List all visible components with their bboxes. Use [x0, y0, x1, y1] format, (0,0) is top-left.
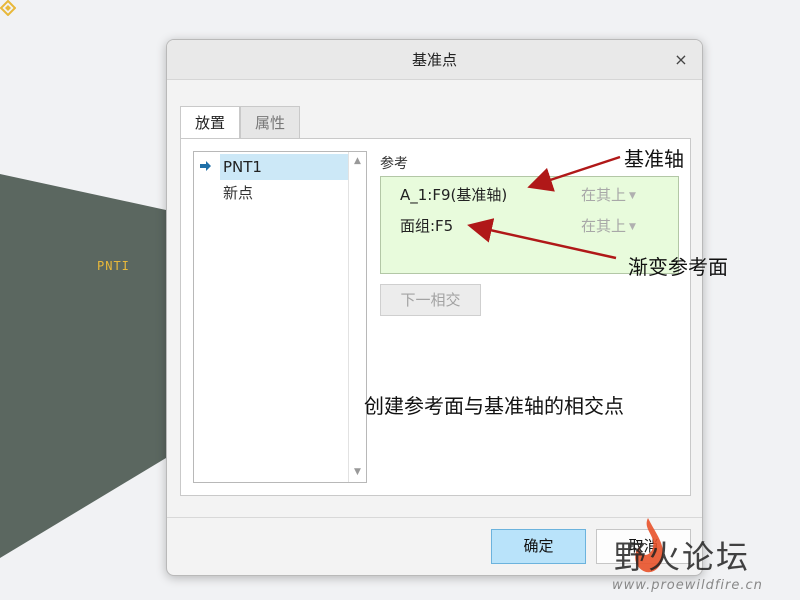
- annotation-datum-axis: 基准轴: [624, 147, 684, 171]
- annotation-note: 创建参考面与基准轴的相交点: [364, 394, 624, 418]
- ok-button[interactable]: 确定: [491, 529, 586, 564]
- reference-constraint-dropdown[interactable]: 在其上 ▼: [581, 180, 636, 211]
- list-item-new-point[interactable]: 新点: [220, 180, 348, 206]
- reference-name: 面组:F5: [400, 217, 454, 235]
- references-label: 参考: [380, 156, 408, 172]
- reference-constraint-dropdown[interactable]: 在其上 ▼: [581, 211, 636, 242]
- annotation-gradient-face: 渐变参考面: [628, 255, 728, 279]
- watermark-url: www.proewildfire.cn: [612, 578, 763, 593]
- reference-name: A_1:F9(基准轴): [400, 186, 508, 204]
- chevron-down-icon: ▼: [629, 221, 636, 232]
- list-item-pnt1[interactable]: PNT1: [220, 154, 348, 180]
- watermark-title: 野火论坛: [614, 538, 751, 576]
- placement-panel: PNT1 新点 ▲ ▼ 参考 A_1:F9(基准轴) 在其上 ▼ 面组:F5 在其…: [180, 138, 691, 496]
- close-icon[interactable]: ×: [670, 49, 692, 71]
- constraint-value: 在其上: [581, 186, 627, 204]
- dialog-titlebar[interactable]: 基准点 ×: [167, 40, 702, 80]
- arrow-right-icon: [200, 161, 211, 171]
- dialog-title: 基准点: [411, 51, 457, 69]
- datum-point-label: PNTI: [97, 259, 130, 273]
- scroll-down-icon[interactable]: ▼: [349, 464, 366, 481]
- datum-point-dialog: 基准点 × 放置 属性 PNT1 新点 ▲ ▼ 参考 A_1:F9(基准轴) 在…: [166, 39, 703, 576]
- tab-placement[interactable]: 放置: [180, 106, 240, 139]
- list-scrollbar[interactable]: ▲ ▼: [348, 152, 366, 482]
- points-list[interactable]: PNT1 新点 ▲ ▼: [193, 151, 367, 483]
- constraint-value: 在其上: [581, 217, 627, 235]
- scroll-up-icon[interactable]: ▲: [349, 153, 366, 170]
- tab-properties[interactable]: 属性: [240, 106, 300, 138]
- chevron-down-icon: ▼: [629, 190, 636, 201]
- datum-point-icon[interactable]: [0, 0, 16, 16]
- next-intersection-button[interactable]: 下一相交: [380, 284, 481, 316]
- reference-row[interactable]: 面组:F5 在其上 ▼: [381, 211, 678, 241]
- reference-row[interactable]: A_1:F9(基准轴) 在其上 ▼: [381, 180, 678, 210]
